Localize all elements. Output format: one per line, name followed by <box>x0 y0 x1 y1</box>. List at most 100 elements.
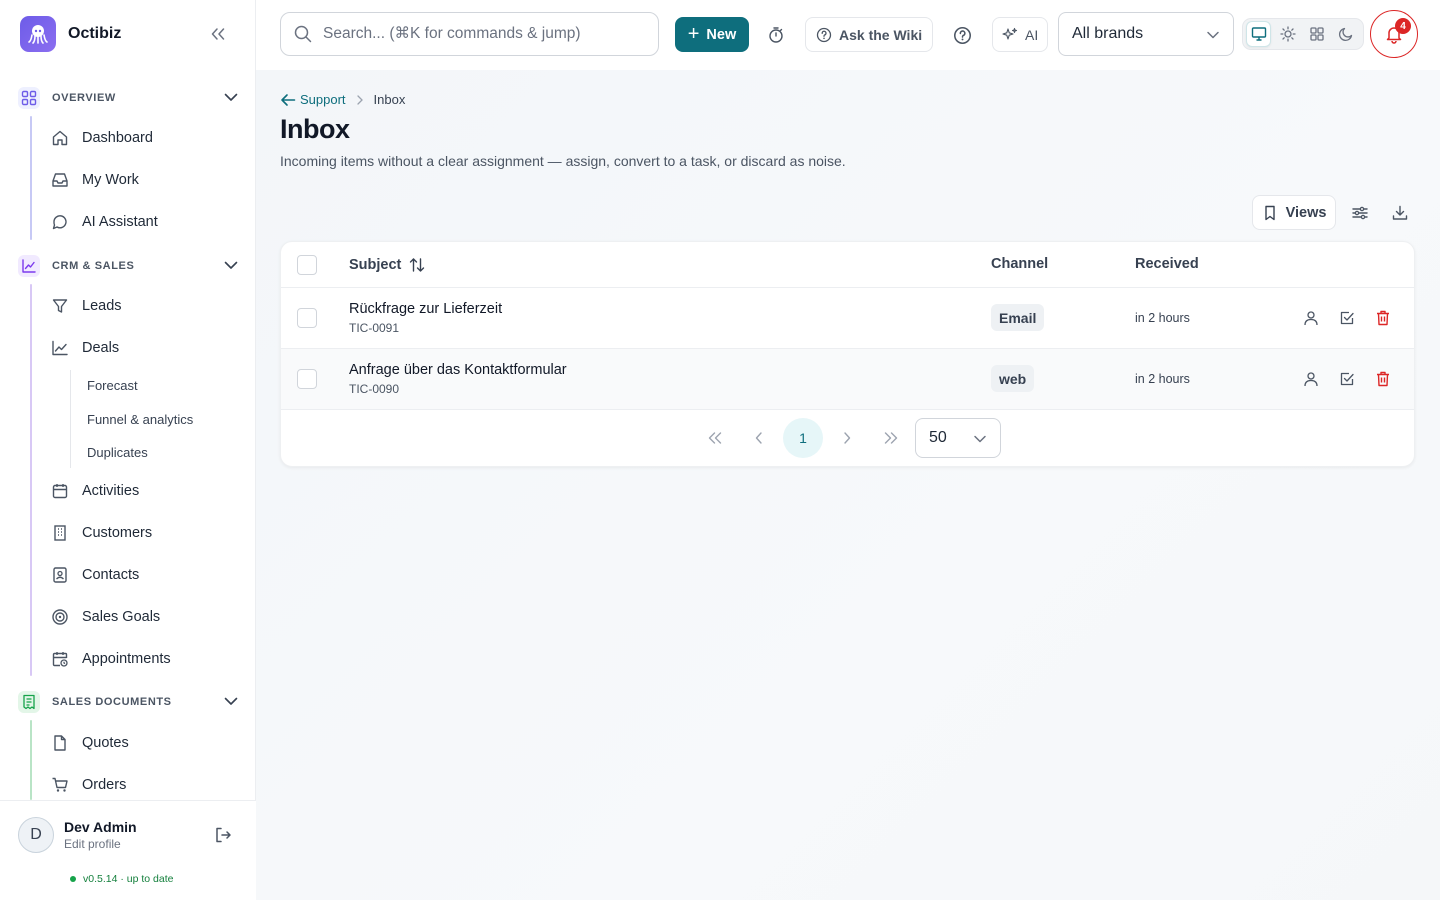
brand[interactable]: Octibiz <box>20 16 121 52</box>
row-subject[interactable]: Rückfrage zur Lieferzeit <box>349 301 502 317</box>
sidebar-item-ai-assistant[interactable]: AI Assistant <box>50 206 240 238</box>
assign-button[interactable] <box>1301 369 1321 389</box>
calendar-icon <box>50 481 70 501</box>
pagination: 1 50 <box>281 410 1414 466</box>
row-subject[interactable]: Anfrage über das Kontaktformular <box>349 362 567 378</box>
sidebar-item-customers[interactable]: Customers <box>50 517 240 549</box>
sidebar-item-deals[interactable]: Deals <box>50 332 240 364</box>
search-icon <box>294 25 312 43</box>
user-name: Dev Admin <box>64 819 137 835</box>
previous-page-button[interactable] <box>739 418 779 458</box>
new-button-label: New <box>706 26 737 43</box>
sidebar-item-orders[interactable]: Orders <box>50 769 240 800</box>
plus-icon: + <box>687 22 700 45</box>
table-row[interactable]: Rückfrage zur Lieferzeit TIC-0091 Email … <box>281 288 1414 349</box>
theme-dark-button[interactable] <box>1334 21 1359 47</box>
sparkles-icon <box>1002 27 1018 40</box>
chart-line-icon <box>18 255 40 277</box>
breadcrumb-current: Inbox <box>373 92 406 107</box>
section-line <box>30 116 32 240</box>
section-line <box>30 284 32 676</box>
contact-card-icon <box>50 565 70 585</box>
table-header: Subject Channel Received <box>281 242 1414 288</box>
column-subject[interactable]: Subject <box>349 256 426 274</box>
chevron-down-icon <box>224 697 238 705</box>
grid-icon <box>18 87 40 109</box>
row-checkbox[interactable] <box>297 369 317 389</box>
row-received: in 2 hours <box>1135 311 1190 325</box>
section-crm-sales[interactable]: CRM & SALES <box>18 254 242 278</box>
section-overview[interactable]: OVERVIEW <box>18 86 242 110</box>
building-icon <box>50 523 70 543</box>
row-ticket-id: TIC-0091 <box>349 321 400 335</box>
sidebar-item-sales-goals[interactable]: Sales Goals <box>50 601 240 633</box>
page-size-select[interactable]: 50 <box>915 418 1001 458</box>
chevron-down-icon <box>974 435 986 443</box>
notifications-button[interactable]: 4 <box>1370 10 1418 58</box>
sidebar-item-my-work[interactable]: My Work <box>50 164 240 196</box>
sidebar-subitem-forecast[interactable]: Forecast <box>87 375 138 395</box>
brand-filter-value: All brands <box>1072 25 1144 42</box>
sidebar-item-quotes[interactable]: Quotes <box>50 727 240 759</box>
timer-button[interactable] <box>763 22 789 48</box>
discard-button[interactable] <box>1373 308 1393 328</box>
sidebar-item-activities[interactable]: Activities <box>50 475 240 507</box>
views-button[interactable]: Views <box>1252 195 1336 230</box>
checkbox-icon <box>1340 311 1354 325</box>
sidebar-item-dashboard[interactable]: Dashboard <box>50 122 240 154</box>
collapse-sidebar-button[interactable] <box>206 24 230 44</box>
assign-button[interactable] <box>1301 308 1321 328</box>
section-line <box>30 720 32 800</box>
column-settings-button[interactable] <box>1349 202 1371 224</box>
convert-to-task-button[interactable] <box>1337 308 1357 328</box>
sidebar-item-label: Activities <box>82 483 140 499</box>
views-label: Views <box>1285 204 1327 221</box>
sidebar-subitem-duplicates[interactable]: Duplicates <box>87 442 148 462</box>
sidebar-item-label: Dashboard <box>82 130 153 146</box>
sidebar-item-contacts[interactable]: Contacts <box>50 559 240 591</box>
sidebar-item-label: AI Assistant <box>82 214 158 230</box>
sidebar-nav[interactable]: OVERVIEW Dashboard My Work AI Assistant … <box>0 70 256 800</box>
sidebar-item-label: My Work <box>82 172 139 188</box>
trend-icon <box>50 338 70 358</box>
breadcrumb-parent-link[interactable]: Support <box>280 92 346 107</box>
sidebar-item-leads[interactable]: Leads <box>50 290 240 322</box>
discard-button[interactable] <box>1373 369 1393 389</box>
brand-filter-select[interactable]: All brands <box>1058 12 1234 56</box>
theme-light-button[interactable] <box>1275 21 1300 47</box>
select-all-checkbox[interactable] <box>297 255 317 275</box>
first-page-button[interactable] <box>695 418 735 458</box>
avatar[interactable]: D <box>18 817 54 853</box>
table-row[interactable]: Anfrage über das Kontaktformular TIC-009… <box>281 349 1414 410</box>
theme-system-button[interactable] <box>1246 21 1272 47</box>
ask-wiki-button[interactable]: Ask the Wiki <box>805 17 934 52</box>
monitor-icon <box>1251 27 1266 41</box>
export-button[interactable] <box>1389 202 1411 224</box>
convert-to-task-button[interactable] <box>1337 369 1357 389</box>
logout-button[interactable] <box>213 825 233 845</box>
stopwatch-icon <box>769 27 783 43</box>
section-sales-documents[interactable]: SALES DOCUMENTS <box>18 690 242 714</box>
sidebar-item-appointments[interactable]: Appointments <box>50 643 240 675</box>
search-box[interactable] <box>280 12 659 56</box>
sidebar-item-label: Deals <box>82 340 120 356</box>
trash-icon <box>1377 310 1389 326</box>
sidebar-subitem-funnel[interactable]: Funnel & analytics <box>87 409 193 429</box>
help-button[interactable] <box>949 22 975 48</box>
question-icon <box>953 26 971 44</box>
edit-profile-link[interactable]: Edit profile <box>64 837 121 851</box>
last-page-button[interactable] <box>871 418 911 458</box>
section-label: CRM & SALES <box>52 260 135 272</box>
octopus-logo-icon <box>20 16 56 52</box>
row-checkbox[interactable] <box>297 308 317 328</box>
chevron-right-icon <box>844 432 851 444</box>
arrow-left-icon <box>281 93 296 106</box>
ai-button[interactable]: AI <box>992 17 1049 52</box>
channel-badge: web <box>991 365 1035 392</box>
theme-layout-button[interactable] <box>1305 21 1330 47</box>
new-button[interactable]: + New <box>675 17 749 52</box>
page-number-button[interactable]: 1 <box>783 418 823 458</box>
search-input[interactable] <box>323 25 643 43</box>
breadcrumb: Support Inbox <box>280 92 405 107</box>
next-page-button[interactable] <box>827 418 867 458</box>
